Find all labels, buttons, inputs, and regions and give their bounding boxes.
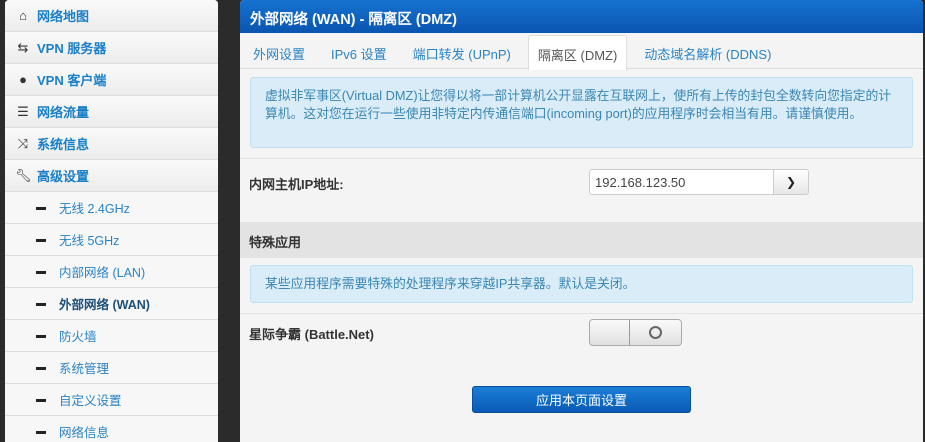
list-icon: ☰ — [17, 103, 29, 119]
sidebar-sub-firewall[interactable]: 防火墙 — [5, 320, 218, 352]
random-icon: ⤨ — [17, 135, 29, 151]
page-title: 外部网络 (WAN) - 隔离区 (DMZ) — [240, 0, 923, 33]
home-icon: ⌂ — [19, 8, 27, 23]
host-ip-label: 内网主机IP地址: — [249, 177, 344, 192]
sidebar-sub-admin[interactable]: 系统管理 — [5, 352, 218, 384]
retweet-icon: ⇆ — [17, 39, 29, 55]
sidebar-item-vpn-client[interactable]: ● VPN 客户端 — [5, 64, 218, 96]
sidebar-item-vpn-server[interactable]: ⇆ VPN 服务器 — [5, 32, 218, 64]
dmz-description: 虚拟非军事区(Virtual DMZ)让您得以将一部计算机公开显露在互联网上，使… — [250, 77, 913, 148]
tab-port-forward[interactable]: 端口转发 (UPnP) — [404, 35, 520, 68]
globe-icon: ● — [19, 72, 27, 87]
tab-ddns[interactable]: 动态域名解析 (DDNS) — [635, 35, 780, 68]
sidebar-sub-netinfo[interactable]: 网络信息 — [5, 416, 218, 442]
main-panel: 外部网络 (WAN) - 隔离区 (DMZ) 外网设置 IPv6 设置 端口转发… — [240, 0, 923, 442]
sidebar-item-traffic[interactable]: ☰ 网络流量 — [5, 96, 218, 128]
sidebar-item-network-map[interactable]: ⌂ 网络地图 — [5, 0, 218, 32]
minus-icon — [33, 200, 49, 215]
sidebar-sub-custom[interactable]: 自定义设置 — [5, 384, 218, 416]
sidebar-item-system-info[interactable]: ⤨ 系统信息 — [5, 128, 218, 160]
sidebar-sub-wan[interactable]: 外部网络 (WAN) — [5, 288, 218, 320]
host-ip-row: 内网主机IP地址: ❯ — [240, 158, 923, 205]
minus-icon — [33, 360, 49, 375]
minus-icon — [33, 296, 49, 311]
tab-wan-settings[interactable]: 外网设置 — [244, 35, 314, 68]
minus-icon — [33, 392, 49, 407]
minus-icon — [33, 264, 49, 279]
minus-icon — [33, 328, 49, 343]
special-apps-title: 特殊应用 — [240, 222, 923, 258]
apply-button[interactable]: 应用本页面设置 — [472, 386, 691, 413]
sidebar-item-advanced[interactable]: 🔧︎ 高级设置 — [5, 160, 218, 192]
host-ip-combo: ❯ — [589, 169, 809, 195]
battlenet-label: 星际争霸 (Battle.Net) — [249, 327, 374, 342]
minus-icon — [33, 232, 49, 247]
sidebar: ⌂ 网络地图 ⇆ VPN 服务器 ● VPN 客户端 ☰ 网络流量 ⤨ 系统信息 🔧︎ 高级… — [5, 0, 218, 442]
sidebar-sub-lan[interactable]: 内部网络 (LAN) — [5, 256, 218, 288]
special-apps-description: 某些应用程序需要特殊的处理程序来穿越IP共享器。默认是关闭。 — [250, 265, 913, 303]
tab-dmz[interactable]: 隔离区 (DMZ) — [527, 35, 628, 70]
battlenet-row: 星际争霸 (Battle.Net) — [240, 313, 923, 353]
sidebar-sub-wireless-5[interactable]: 无线 5GHz — [5, 224, 218, 256]
chevron-down-icon[interactable]: ❯ — [774, 169, 809, 195]
tab-ipv6[interactable]: IPv6 设置 — [322, 35, 396, 68]
wrench-icon: 🔧︎ — [15, 167, 32, 183]
battlenet-toggle[interactable] — [589, 319, 682, 346]
tab-bar: 外网设置 IPv6 设置 端口转发 (UPnP) 隔离区 (DMZ) 动态域名解… — [240, 33, 923, 70]
minus-icon — [33, 424, 49, 439]
host-ip-input[interactable] — [589, 169, 774, 195]
off-icon — [649, 326, 662, 339]
sidebar-sub-wireless-24[interactable]: 无线 2.4GHz — [5, 192, 218, 224]
